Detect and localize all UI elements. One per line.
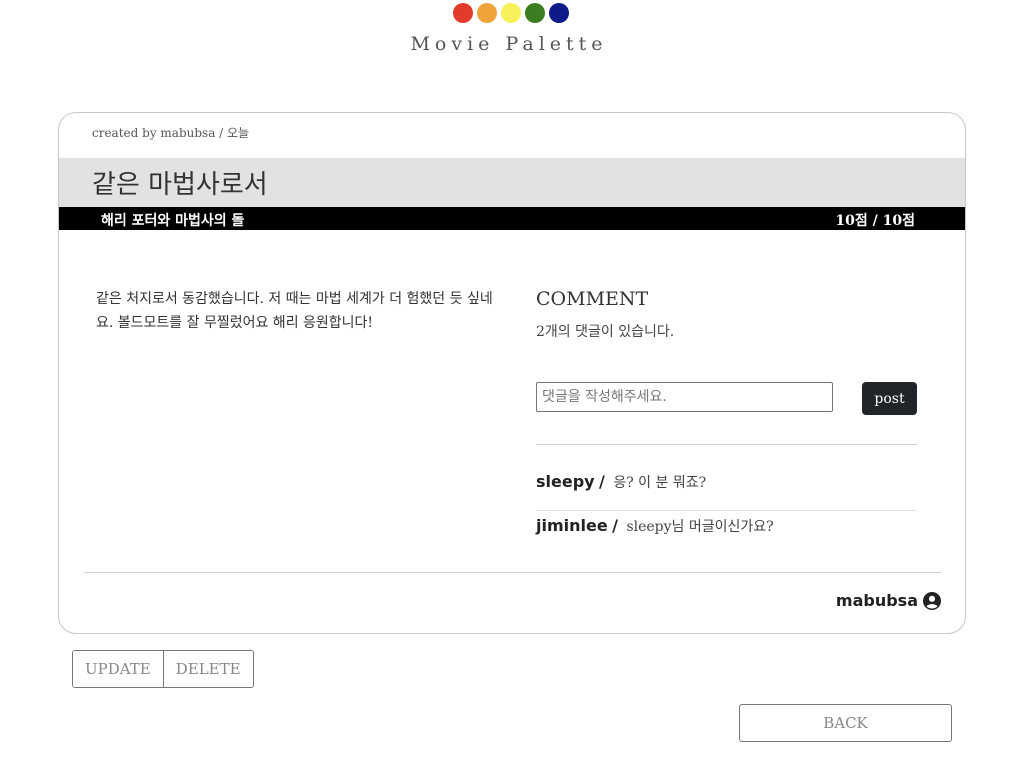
comment-author: jiminlee xyxy=(536,516,608,535)
user-circle-icon xyxy=(923,591,941,610)
movie-band: 해리 포터와 마법사의 돌 10점 / 10점 xyxy=(59,207,965,230)
logo-dot-red xyxy=(453,3,473,23)
logo-dots xyxy=(453,3,569,23)
review-card: created by mabubsa / 오늘 같은 마법사로서 해리 포터와 … xyxy=(58,112,966,634)
back-button[interactable]: BACK xyxy=(739,704,952,742)
score: 10점 / 10점 xyxy=(835,213,915,229)
post-actions: UPDATE DELETE xyxy=(72,650,254,688)
post-comment-button[interactable]: post xyxy=(862,382,917,415)
update-button[interactable]: UPDATE xyxy=(73,651,163,687)
page: Movie Palette created by mabubsa / 오늘 같은… xyxy=(0,0,1018,767)
title-band: 같은 마법사로서 xyxy=(59,158,965,207)
logo-dot-yellow xyxy=(501,3,521,23)
logo-dot-blue xyxy=(549,3,569,23)
post-author[interactable]: mabubsa xyxy=(836,591,941,610)
movie-title: 해리 포터와 마법사의 돌 xyxy=(101,213,245,229)
review-body: 같은 처지로서 동감했습니다. 저 때는 마법 세계가 더 험했던 듯 싶네요.… xyxy=(96,291,493,331)
delete-button[interactable]: DELETE xyxy=(162,651,253,687)
comment-separator: / xyxy=(612,516,618,535)
comment-item: sleepy / 응? 이 분 뭐죠? xyxy=(536,467,917,511)
comment-item: jiminlee / sleepy님 머글이신가요? xyxy=(536,511,917,555)
logo-dot-green xyxy=(525,3,545,23)
comment-text: 응? 이 분 뭐죠? xyxy=(613,475,707,491)
site-title[interactable]: Movie Palette xyxy=(0,33,1018,55)
logo-dot-orange xyxy=(477,3,497,23)
divider xyxy=(536,444,917,445)
comment-separator: / xyxy=(599,472,605,491)
divider xyxy=(84,572,941,573)
comment-input[interactable] xyxy=(536,382,833,412)
comment-text: sleepy님 머글이신가요? xyxy=(626,519,774,535)
author-name: mabubsa xyxy=(835,591,918,610)
created-by: created by mabubsa / 오늘 xyxy=(92,126,250,140)
comment-heading: COMMENT xyxy=(536,288,649,310)
comment-author: sleepy xyxy=(536,472,595,491)
post-title: 같은 마법사로서 xyxy=(92,170,268,200)
comment-count: 2개의 댓글이 있습니다. xyxy=(536,324,675,340)
